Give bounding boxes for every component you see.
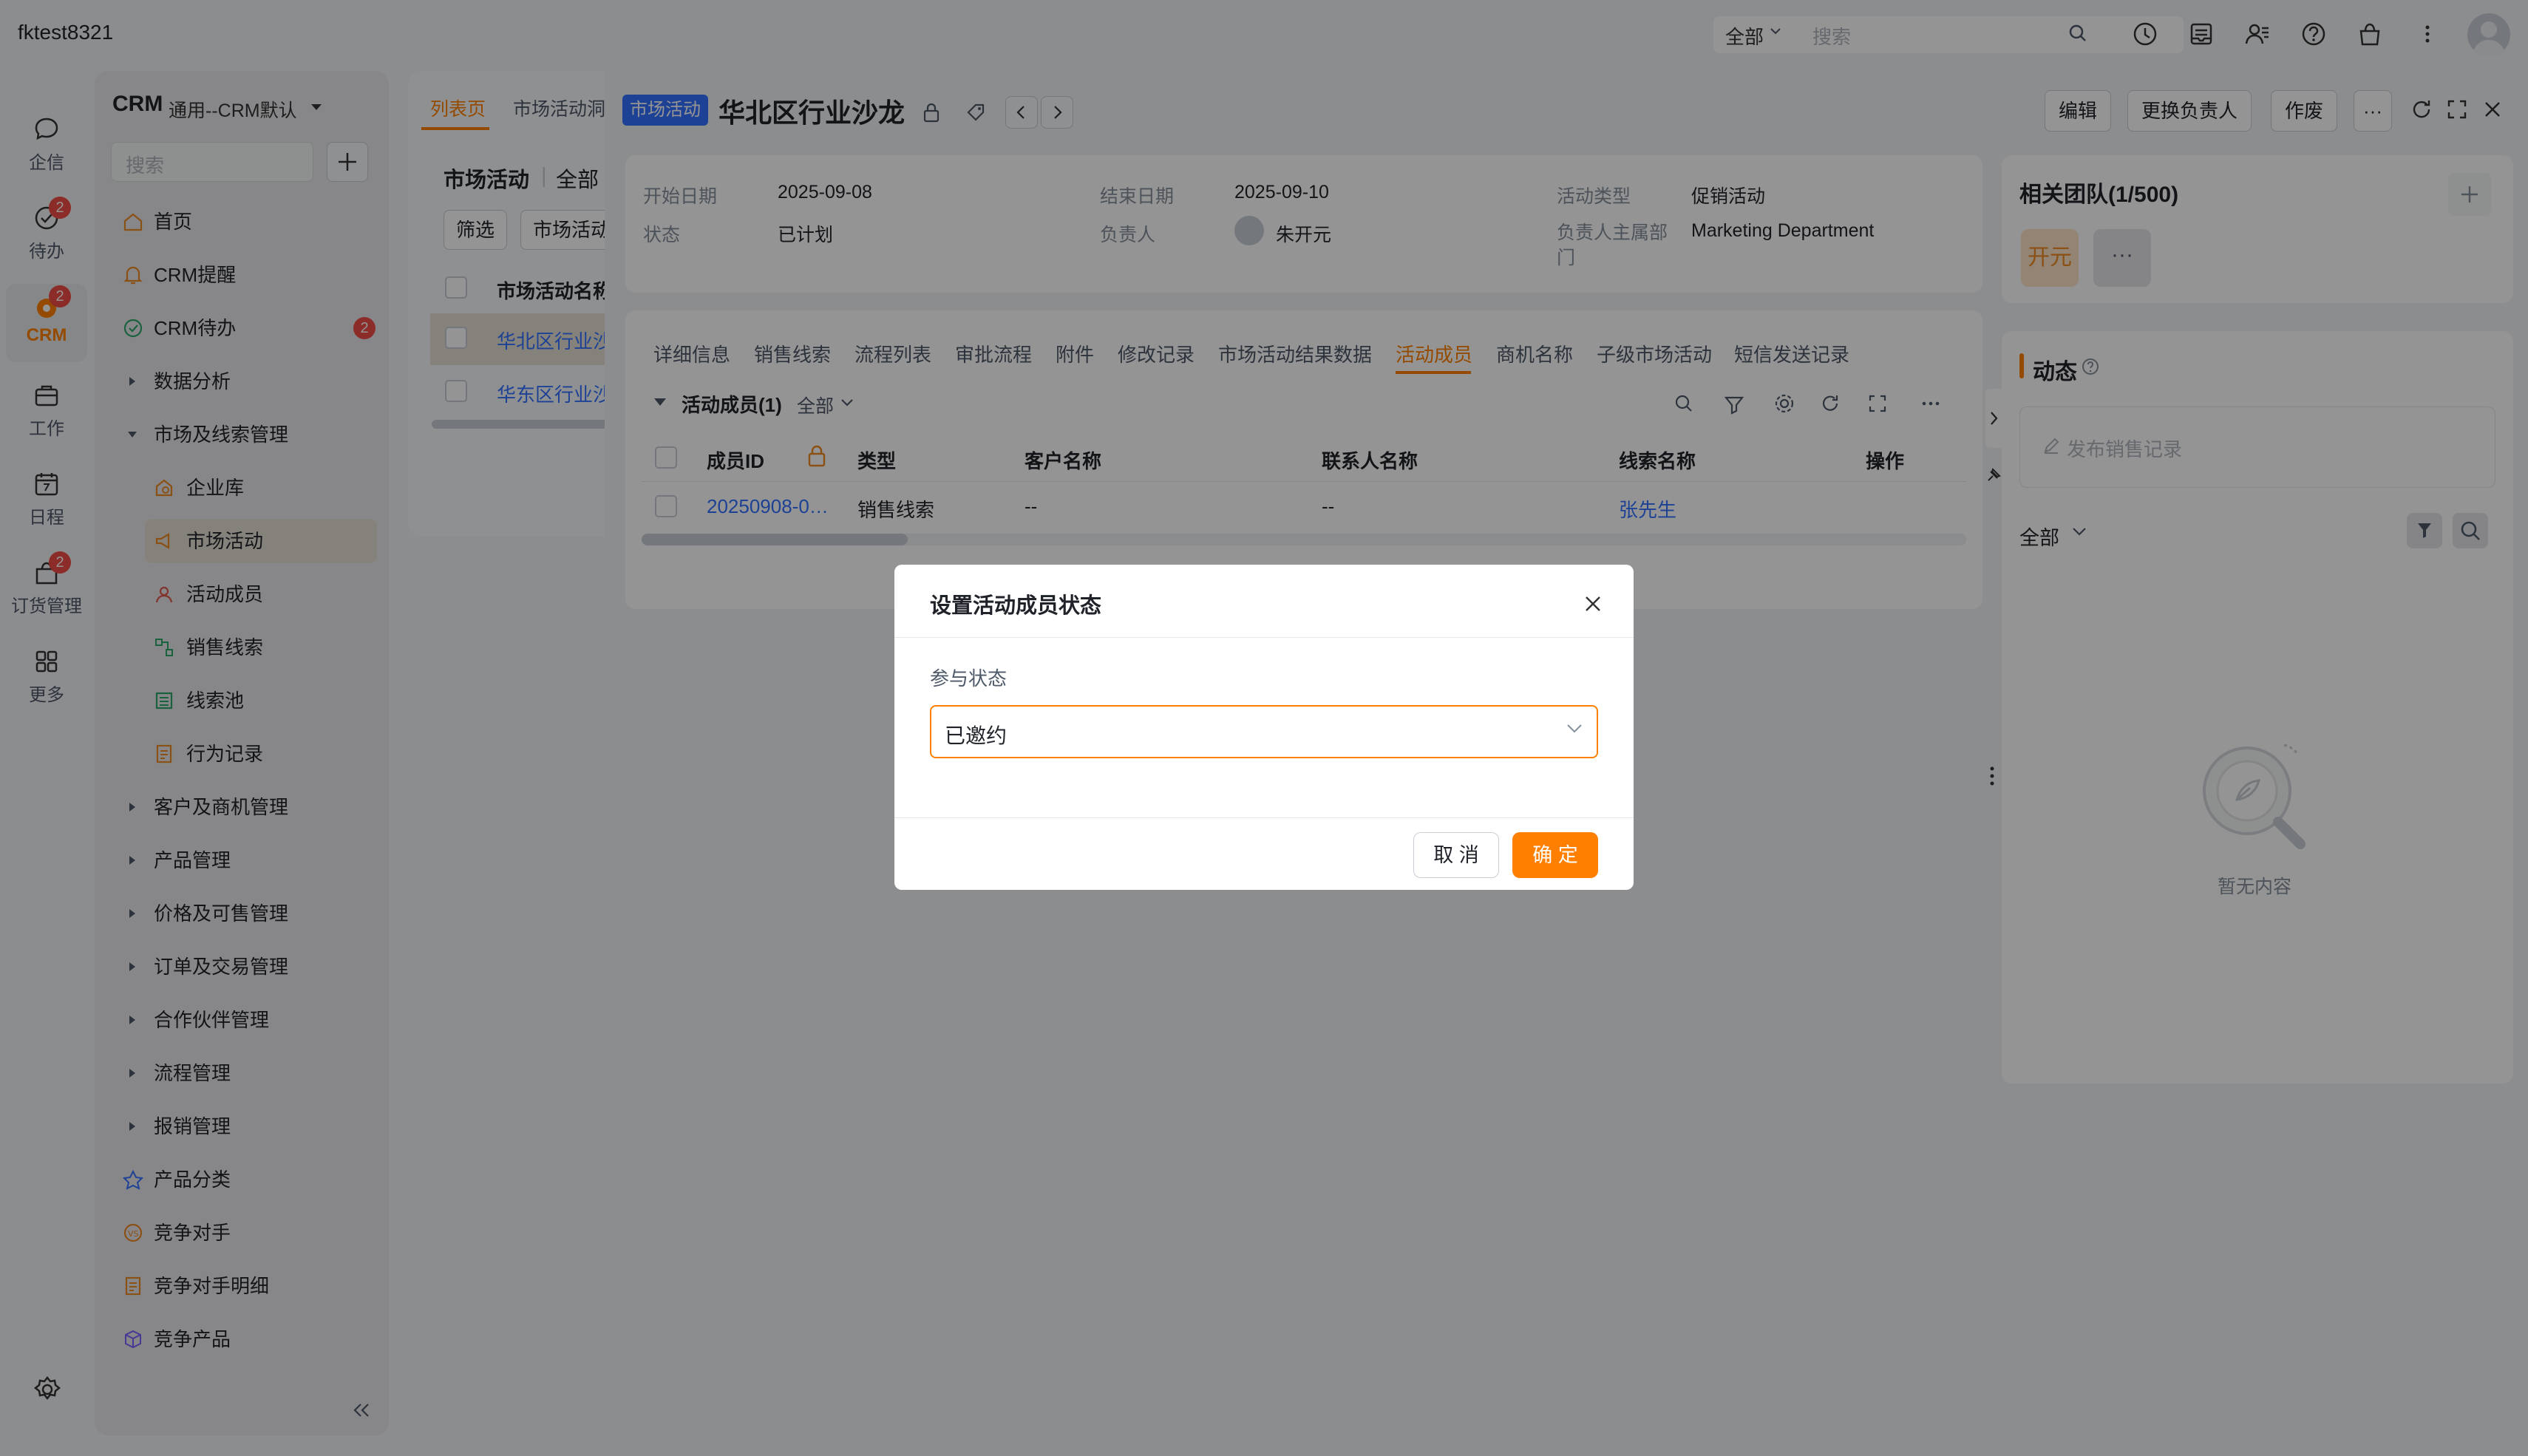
divider	[894, 637, 1634, 638]
chevron-down-icon[interactable]	[1566, 723, 1583, 735]
participation-status-value: 已邀约	[945, 724, 1008, 747]
close-icon[interactable]	[1580, 591, 1606, 616]
divider	[894, 817, 1634, 818]
dialog-title: 设置活动成员状态	[930, 594, 1102, 618]
cancel-button[interactable]: 取 消	[1413, 832, 1499, 878]
confirm-button[interactable]: 确 定	[1512, 832, 1598, 878]
participation-status-select[interactable]	[930, 705, 1598, 758]
participation-status-label: 参与状态	[930, 667, 1008, 690]
